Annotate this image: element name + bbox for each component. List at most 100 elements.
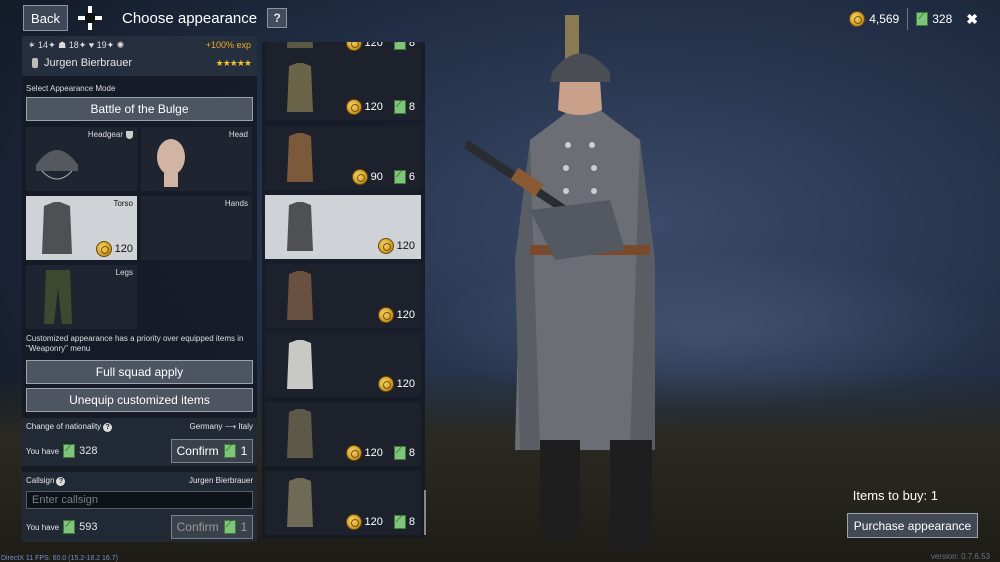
item-gold-price: 120 bbox=[364, 42, 383, 49]
page-title: Choose appearance bbox=[122, 9, 258, 27]
ticket-icon bbox=[393, 514, 406, 529]
uniform-icon bbox=[287, 63, 313, 112]
soldier-class-icon bbox=[32, 58, 38, 68]
gold-coin-icon bbox=[345, 42, 362, 51]
help-button[interactable]: ? bbox=[267, 8, 288, 28]
uniform-icon bbox=[287, 133, 313, 182]
you-have-value: 593 bbox=[79, 521, 98, 533]
head-icon bbox=[157, 139, 185, 187]
back-button[interactable]: Back bbox=[23, 5, 68, 31]
item-card[interactable]: 120 bbox=[265, 264, 421, 328]
coat-icon bbox=[42, 202, 72, 254]
ticket-amount: 328 bbox=[932, 12, 953, 26]
item-card[interactable]: 120 8 bbox=[265, 56, 421, 120]
gold-amount: 4,569 bbox=[869, 12, 900, 26]
unequip-button[interactable]: Unequip customized items bbox=[26, 388, 253, 412]
confirm-callsign-button[interactable]: Confirm 1 bbox=[171, 515, 253, 539]
ticket-icon bbox=[63, 443, 76, 458]
uniform-icon bbox=[287, 478, 313, 527]
item-gold-price: 120 bbox=[396, 240, 415, 252]
item-ticket-price: 8 bbox=[408, 42, 415, 49]
callsign-box: Callsign? Jurgen Bierbrauer You have 593… bbox=[22, 472, 257, 542]
player-stats: ✶ 14✦ ☗ 18✦ ♥ 19✦ ✺ bbox=[28, 40, 125, 50]
ticket-icon bbox=[223, 443, 236, 458]
item-gold-price: 120 bbox=[364, 101, 383, 113]
nationality-route: Germany ⟶ Italy bbox=[189, 422, 253, 431]
slot-grid: Headgear Head Torso 120 Hands Legs bbox=[22, 127, 257, 332]
slot-headgear[interactable]: Headgear bbox=[26, 127, 137, 191]
item-card[interactable]: 120 8 bbox=[265, 42, 421, 56]
close-icon[interactable]: ✖ bbox=[966, 11, 978, 28]
item-card[interactable]: 120 8 bbox=[265, 471, 421, 535]
item-card[interactable]: 120 bbox=[265, 195, 421, 259]
help-icon[interactable]: ? bbox=[56, 477, 66, 486]
player-card: ✶ 14✦ ☗ 18✦ ♥ 19✦ ✺ +100% exp Jurgen Bie… bbox=[22, 36, 257, 76]
confirm-nationality-button[interactable]: Confirm 1 bbox=[171, 439, 253, 463]
slot-price: 120 bbox=[114, 243, 133, 255]
gold-coin-icon bbox=[377, 307, 394, 323]
item-gold-price: 120 bbox=[396, 378, 415, 390]
item-gold-price: 90 bbox=[370, 171, 383, 183]
callsign-label: Callsign bbox=[26, 476, 55, 485]
ticket-icon bbox=[63, 519, 76, 534]
slot-label: Hands bbox=[224, 199, 248, 208]
callsign-input[interactable] bbox=[26, 491, 253, 509]
items-to-buy: Items to buy: 1 bbox=[852, 488, 938, 503]
shield-icon bbox=[126, 130, 133, 139]
version-label: version: 0.7.6.53 bbox=[930, 552, 990, 561]
item-gold-price: 120 bbox=[396, 309, 415, 321]
gold-coin-icon bbox=[345, 99, 362, 115]
slot-torso[interactable]: Torso 120 bbox=[26, 196, 137, 260]
slot-label: Legs bbox=[115, 268, 133, 277]
item-card[interactable]: 120 8 bbox=[265, 402, 421, 466]
gold-coin-icon bbox=[351, 169, 368, 185]
help-icon[interactable]: ? bbox=[103, 423, 113, 432]
nationality-box: Change of nationality? Germany ⟶ Italy Y… bbox=[22, 418, 257, 466]
ticket-icon bbox=[916, 11, 929, 26]
currency-bar: 4,569 328 ✖ bbox=[849, 8, 978, 30]
item-ticket-price: 6 bbox=[408, 171, 415, 183]
item-card[interactable]: 120 bbox=[265, 333, 421, 397]
item-ticket-price: 8 bbox=[408, 516, 415, 528]
priority-note: Customized appearance has a priority ove… bbox=[26, 334, 244, 353]
appearance-mode-select[interactable]: Battle of the Bulge bbox=[26, 97, 253, 121]
item-ticket-price: 8 bbox=[408, 101, 415, 113]
slot-hands[interactable]: Hands bbox=[141, 196, 252, 260]
soldier-preview bbox=[464, 15, 655, 550]
gold-coin-icon bbox=[95, 241, 112, 257]
list-scrollbar[interactable] bbox=[424, 490, 426, 535]
gold-coin-icon bbox=[849, 11, 866, 27]
item-ticket-price: 8 bbox=[408, 447, 415, 459]
top-bar: Back Choose appearance ? bbox=[23, 5, 288, 31]
nation-cross-icon bbox=[78, 6, 102, 30]
exp-bonus: +100% exp bbox=[205, 40, 251, 50]
slot-label: Head bbox=[228, 130, 248, 139]
current-callsign: Jurgen Bierbrauer bbox=[188, 476, 253, 485]
appearance-panel: ✶ 14✦ ☗ 18✦ ♥ 19✦ ✺ +100% exp Jurgen Bie… bbox=[22, 36, 257, 542]
uniform-icon bbox=[287, 340, 313, 389]
you-have-value: 328 bbox=[79, 445, 98, 457]
slot-legs[interactable]: Legs bbox=[26, 265, 137, 329]
slot-head[interactable]: Head bbox=[141, 127, 252, 191]
torso-item-list: 120 8 120 8 90 6 120 120 120 120 8 120 8 bbox=[262, 42, 425, 538]
helmet-icon bbox=[36, 150, 78, 180]
ticket-icon bbox=[393, 445, 406, 460]
purchase-appearance-button[interactable]: Purchase appearance bbox=[847, 513, 978, 538]
trousers-icon bbox=[44, 270, 72, 324]
full-squad-apply-button[interactable]: Full squad apply bbox=[26, 360, 253, 384]
item-card[interactable]: 90 6 bbox=[265, 126, 421, 190]
gold-coin-icon bbox=[377, 376, 394, 392]
gold-coin-icon bbox=[345, 514, 362, 530]
ticket-icon bbox=[393, 42, 406, 50]
you-have-label: You have bbox=[26, 522, 60, 532]
nationality-label: Change of nationality bbox=[26, 422, 102, 431]
gold-coin-icon bbox=[377, 238, 394, 254]
player-name: Jurgen Bierbrauer bbox=[44, 57, 133, 69]
item-gold-price: 120 bbox=[364, 516, 383, 528]
item-gold-price: 120 bbox=[364, 447, 383, 459]
uniform-icon bbox=[287, 271, 313, 320]
appearance-mode-label: Select Appearance Mode bbox=[26, 84, 116, 93]
fps-counter: DirectX 11 FPS: 60.0 (15.2-18.2 16.7) bbox=[1, 555, 118, 562]
ticket-icon bbox=[393, 99, 406, 114]
slot-label: Torso bbox=[113, 199, 133, 208]
